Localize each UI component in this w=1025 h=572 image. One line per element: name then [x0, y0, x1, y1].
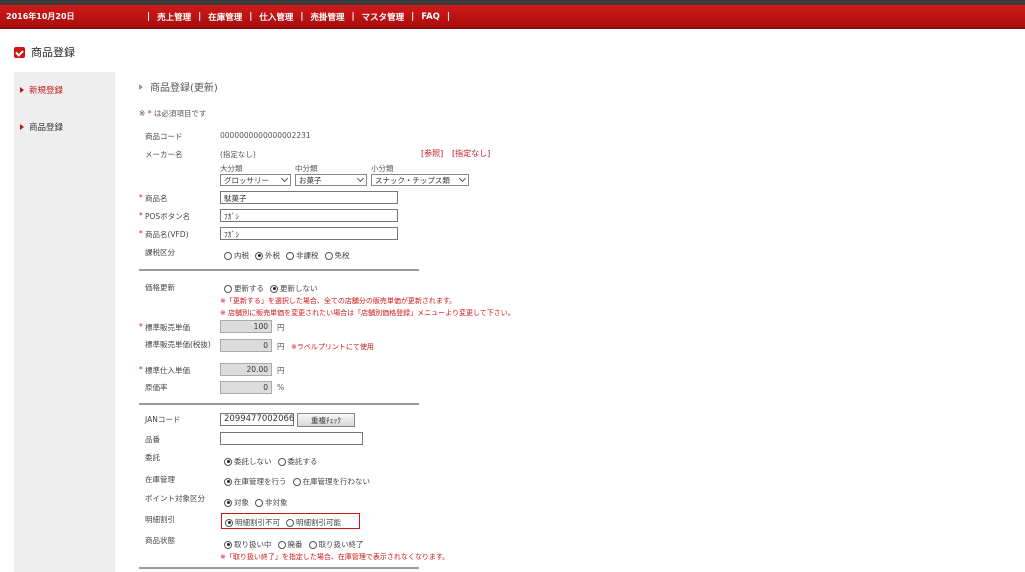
nav-faq[interactable]: FAQ — [421, 12, 440, 22]
chevron-down-icon — [280, 174, 289, 183]
sidebar-item-label: 商品登録 — [29, 123, 64, 133]
sidebar-item-label: 新規登録 — [29, 86, 64, 96]
middle-category-label: 中分類 — [295, 164, 318, 173]
stock-radio-0[interactable] — [224, 477, 232, 486]
stock-label: 在庫管理 — [145, 475, 175, 484]
header-bar: 2016年10月20日 | 売上管理 | 在庫管理 | 仕入管理 | 売掛管理 … — [0, 5, 1025, 29]
std-sale-label: * 標準販売単価 — [139, 322, 190, 332]
divider — [139, 269, 419, 271]
price-update-label: 価格更新 — [145, 283, 175, 292]
jan-input[interactable]: 2099477002066 — [220, 413, 294, 426]
status-note: ※「取り扱い終了」を指定した場合、在庫管理で表示されなくなります。 — [220, 553, 450, 561]
minor-category-label: 小分類 — [371, 164, 394, 173]
vfd-input[interactable]: ﾌｶﾞｼ — [220, 227, 398, 240]
page-title-text: 商品登録 — [31, 46, 75, 59]
point-label: ポイント対象区分 — [145, 494, 205, 503]
major-category-select[interactable]: グロッサリー — [220, 174, 291, 186]
yen-unit: 円 — [277, 342, 285, 351]
yen-unit: 円 — [277, 323, 285, 332]
chevron-down-icon — [356, 174, 365, 183]
maker-ref-link[interactable]: [参照] — [421, 148, 443, 159]
nav-sales[interactable]: 売上管理 — [157, 11, 191, 23]
divider — [139, 403, 419, 405]
point-radio-group: 対象 非対象 — [224, 497, 294, 508]
triangle-right-icon — [20, 124, 24, 130]
page-title: 商品登録 — [14, 44, 75, 60]
tax-radio-2[interactable] — [286, 251, 294, 260]
product-code-value: 0000000000000002231 — [220, 131, 311, 140]
percent-unit: % — [277, 383, 285, 392]
yen-unit: 円 — [277, 366, 285, 375]
std-sale-taxfree-input[interactable]: 0 — [220, 339, 272, 352]
stock-radio-group: 在庫管理を行う 在庫管理を行わない — [224, 476, 376, 487]
required-note: ※ * は必須項目です — [139, 109, 207, 118]
status-label: 商品状態 — [145, 536, 175, 545]
pos-button-input[interactable]: ﾌｶﾞｼ — [220, 209, 398, 222]
section-title: 商品登録(更新) — [139, 79, 218, 94]
status-radio-2[interactable] — [308, 540, 317, 549]
discount-radio-0[interactable] — [225, 518, 233, 527]
consign-radio-1[interactable] — [277, 457, 286, 466]
consign-label: 委託 — [145, 453, 160, 462]
label-print-note: ※ラベルプリントにて使用 — [291, 343, 374, 351]
discount-radio-group: 明細割引不可 明細割引可能 — [225, 517, 347, 528]
check-icon — [14, 46, 25, 58]
duplicate-check-button[interactable]: 重複ﾁｪｯｸ — [297, 413, 355, 427]
header-date: 2016年10月20日 — [6, 12, 75, 21]
nav-receivables[interactable]: 売掛管理 — [310, 11, 344, 23]
price-update-radio-1[interactable] — [270, 284, 278, 293]
product-name-input[interactable]: 駄菓子 — [220, 191, 398, 204]
part-no-label: 品番 — [145, 435, 160, 444]
std-sale-taxfree-label: 標準販売単価(税抜) — [145, 340, 211, 349]
divider — [139, 567, 419, 569]
price-update-radio-0[interactable] — [224, 284, 232, 293]
sidebar: 新規登録 商品登録 — [14, 72, 115, 572]
tax-radio-3[interactable] — [324, 251, 333, 260]
main-content: 商品登録(更新) ※ * は必須項目です 商品コード 0000000000000… — [139, 72, 1019, 572]
point-radio-1[interactable] — [255, 498, 263, 507]
main-nav: | 売上管理 | 在庫管理 | 仕入管理 | 売掛管理 | マスタ管理 | FA… — [147, 11, 450, 23]
tax-label: 課税区分 — [145, 248, 175, 257]
maker-value: (指定なし) — [220, 150, 256, 159]
price-update-note-1: ※「更新する」を選択した場合、全ての店舗分の販売単価が更新されます。 — [220, 297, 457, 305]
tax-radio-1[interactable] — [255, 251, 263, 260]
std-purchase-input[interactable]: 20.00 — [220, 363, 272, 376]
sidebar-item-product[interactable]: 商品登録 — [20, 121, 63, 133]
stock-radio-1[interactable] — [292, 477, 301, 486]
point-radio-0[interactable] — [224, 498, 232, 507]
status-radio-group: 取り扱い中 廃番 取り扱い終了 — [224, 539, 370, 550]
price-update-radio-group: 更新する 更新しない — [224, 283, 324, 294]
tax-radio-group: 内税 外税 非課税 免税 — [224, 250, 356, 261]
chevron-down-icon — [458, 174, 467, 183]
triangle-right-icon — [139, 83, 143, 90]
nav-inventory[interactable]: 在庫管理 — [208, 11, 242, 23]
product-code-label: 商品コード — [145, 132, 183, 141]
nav-master[interactable]: マスタ管理 — [362, 11, 405, 23]
std-purchase-label: * 標準仕入単価 — [139, 365, 190, 375]
middle-category-select[interactable]: お菓子 — [295, 174, 367, 186]
pos-button-label: * POSボタン名 — [139, 211, 191, 221]
vfd-label: * 商品名(VFD) — [139, 229, 189, 239]
consign-radio-group: 委託しない 委託する — [224, 456, 324, 467]
major-category-label: 大分類 — [220, 164, 243, 173]
status-radio-0[interactable] — [224, 540, 232, 549]
cost-rate-input[interactable]: 0 — [220, 381, 272, 394]
sidebar-item-new[interactable]: 新規登録 — [20, 84, 63, 96]
maker-none-link[interactable]: [指定なし] — [452, 148, 490, 159]
jan-label: JANコード — [145, 415, 181, 424]
discount-label: 明細割引 — [145, 515, 175, 524]
nav-purchase[interactable]: 仕入管理 — [259, 11, 293, 23]
price-update-note-2: ※ 店舗別に販売単価を変更されたい場合は「店舗別価格登録」メニューより変更して下… — [220, 309, 515, 317]
consign-radio-0[interactable] — [224, 457, 232, 466]
minor-category-select[interactable]: スナック・チップス類 — [371, 174, 469, 186]
std-sale-input[interactable]: 100 — [220, 320, 272, 333]
cost-rate-label: 原価率 — [145, 383, 168, 392]
product-name-label: * 商品名 — [139, 193, 168, 203]
discount-radio-1[interactable] — [286, 518, 294, 527]
part-no-input[interactable] — [220, 432, 363, 445]
status-radio-1[interactable] — [277, 540, 286, 549]
maker-label: メーカー名 — [145, 150, 183, 159]
tax-radio-0[interactable] — [224, 251, 232, 260]
triangle-right-icon — [20, 87, 24, 93]
